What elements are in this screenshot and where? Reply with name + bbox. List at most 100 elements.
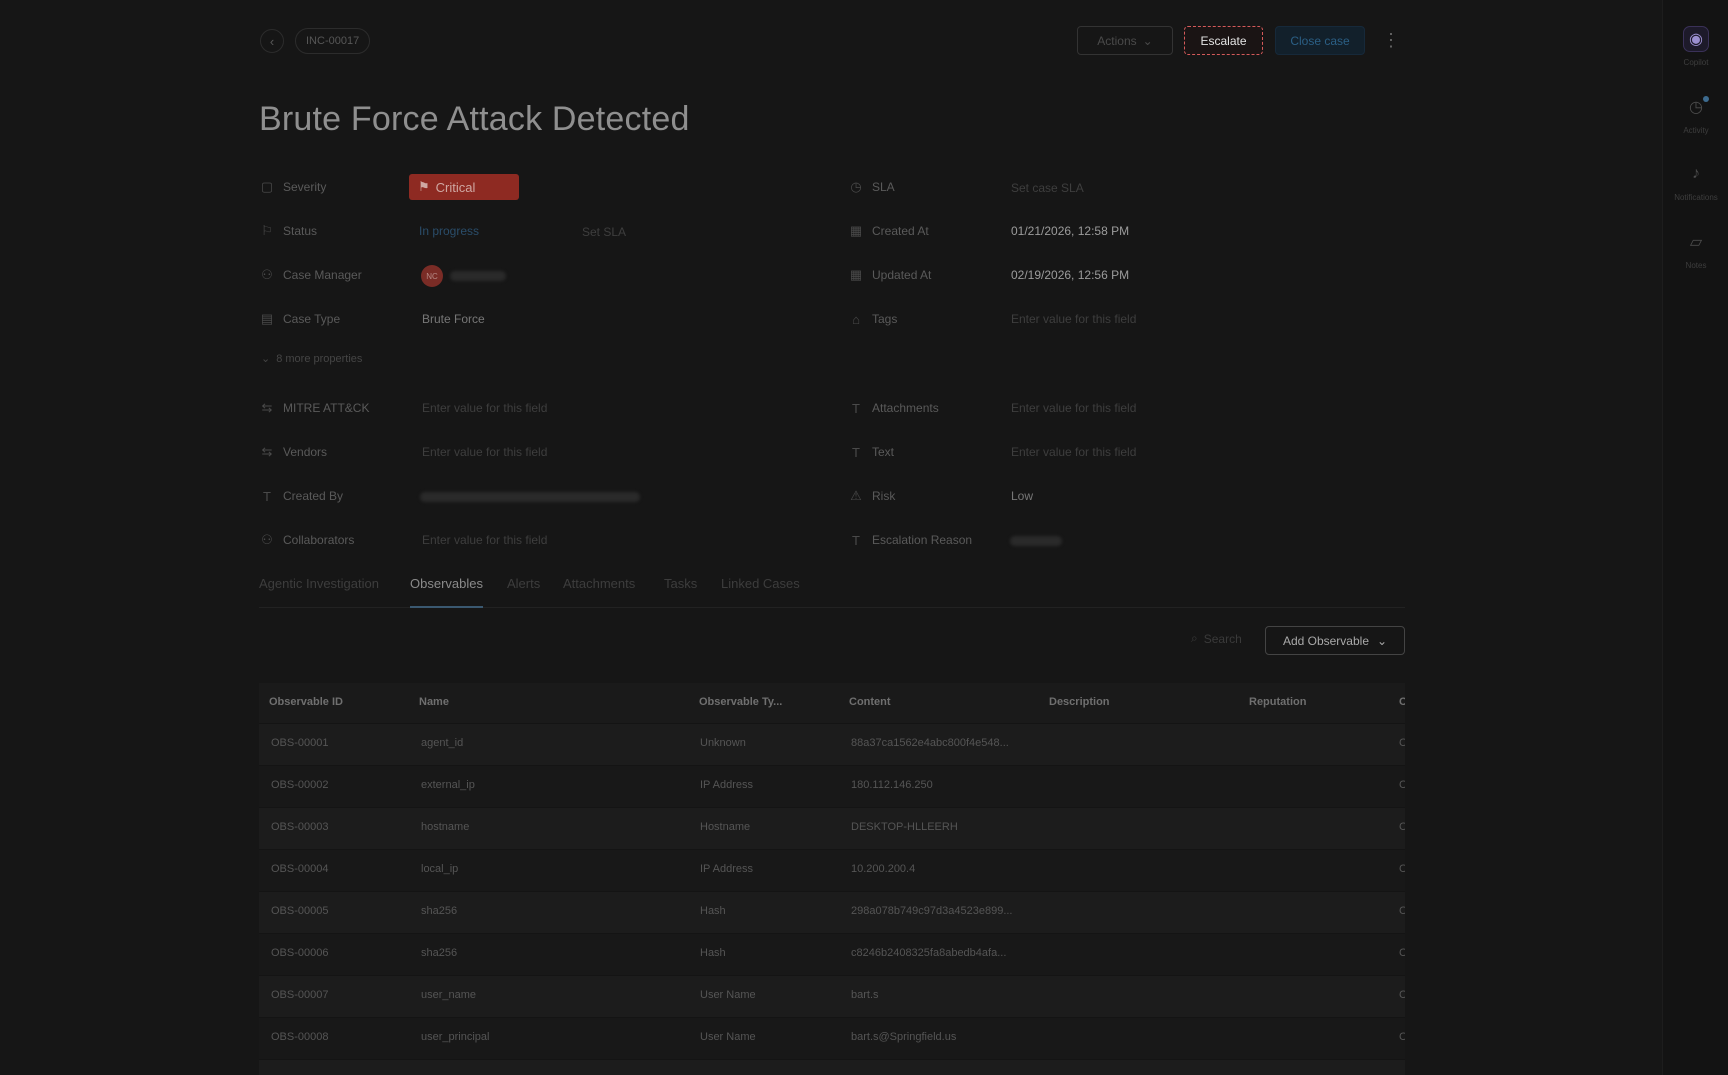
tab-observables[interactable]: Observables [410, 576, 483, 608]
cell-name: sha256 [421, 905, 458, 917]
rail-copilot[interactable]: ◉ Copilot [1663, 26, 1728, 67]
column-header-reputation[interactable]: Reputation [1249, 696, 1306, 708]
cell-content: 180.112.146.250 [851, 779, 933, 791]
back-button[interactable]: ‹ [260, 29, 284, 53]
observables-table: Observable ID Name Observable Ty... Cont… [259, 683, 1405, 1075]
right-rail: ◉ Copilot ◷ Activity ♪ Notifications ▱ N… [1662, 0, 1728, 1075]
case-detail-page: ‹ INC-00017 Actions ⌄ Escalate Close cas… [0, 0, 1662, 1075]
mitre-value[interactable]: Enter value for this field [422, 397, 547, 419]
table-row[interactable]: OBS-00006 sha256 Hash c8246b2408325fa8ab… [259, 933, 1405, 975]
table-row[interactable]: OBS-00002 external_ip IP Address 180.112… [259, 765, 1405, 807]
mitre-label: MITRE ATT&CK [283, 401, 370, 415]
cell-truncated: C [1399, 863, 1405, 875]
rail-notifications-label: Notifications [1674, 193, 1718, 202]
escalate-button[interactable]: Escalate [1184, 26, 1263, 55]
severity-icon: ▢ [260, 179, 274, 194]
more-properties-toggle[interactable]: ⌄ 8 more properties [261, 352, 363, 366]
updated-at-value: 02/19/2026, 12:56 PM [1011, 268, 1130, 282]
cell-content: c8246b2408325fa8abedb4afa... [851, 947, 1007, 959]
cell-observable-id: OBS-00001 [271, 737, 329, 749]
avatar[interactable]: NC [421, 265, 443, 287]
user-icon: ⚇ [261, 532, 273, 547]
table-row[interactable]: OBS-00007 user_name User Name bart.s C [259, 975, 1405, 1017]
tab-linked-cases[interactable]: Linked Cases [721, 576, 800, 608]
actions-button[interactable]: Actions ⌄ [1077, 26, 1173, 55]
more-options-icon[interactable]: ⋮ [1382, 29, 1400, 53]
case-manager-property: ⚇ Case Manager [259, 264, 362, 286]
cell-observable-id: OBS-00003 [271, 821, 329, 833]
column-header-observable-id[interactable]: Observable ID [269, 696, 343, 708]
cell-name: external_ip [421, 779, 475, 791]
severity-value: Critical [435, 179, 476, 195]
rail-notifications[interactable]: ♪ Notifications [1663, 161, 1728, 202]
escalation-reason-redacted [1010, 536, 1062, 546]
cell-truncated: C [1399, 737, 1405, 749]
cell-observable-id: OBS-00006 [271, 947, 329, 959]
column-header-truncated[interactable]: C [1399, 696, 1405, 708]
app-frame: ‹ INC-00017 Actions ⌄ Escalate Close cas… [0, 0, 1728, 1075]
cell-content: 88a37ca1562e4abc800f4e548... [851, 737, 1009, 749]
rail-activity[interactable]: ◷ Activity [1663, 94, 1728, 135]
text-property: T Text [848, 441, 894, 463]
sla-value[interactable]: Set case SLA [1011, 177, 1084, 199]
created-by-property: T Created By [259, 485, 343, 507]
status-property: ⚐ Status [259, 220, 317, 242]
table-header: Observable ID Name Observable Ty... Cont… [259, 683, 1405, 723]
cell-type: User Name [700, 1031, 756, 1043]
clock-icon: ◷ [850, 179, 862, 194]
escalation-reason-property: T Escalation Reason [848, 529, 972, 551]
copilot-icon: ◉ [1683, 26, 1709, 52]
table-row[interactable]: OBS-00005 sha256 Hash 298a078b749c97d3a4… [259, 891, 1405, 933]
tags-value[interactable]: Enter value for this field [1011, 308, 1136, 330]
created-by-label: Created By [283, 489, 344, 503]
table-row[interactable]: OBS-00004 local_ip IP Address 10.200.200… [259, 849, 1405, 891]
cell-content: 298a078b749c97d3a4523e899... [851, 905, 1013, 917]
severity-badge[interactable]: ⚑ Critical [409, 174, 519, 200]
rail-notes[interactable]: ▱ Notes [1663, 229, 1728, 270]
list-icon: ⇆ [261, 400, 273, 415]
risk-value[interactable]: Low [1011, 485, 1033, 507]
table-row[interactable]: OBS-00003 hostname Hostname DESKTOP-HLLE… [259, 807, 1405, 849]
search-input[interactable]: ⌕ Search [1191, 631, 1242, 646]
table-row[interactable]: OBS-00008 user_principal User Name bart.… [259, 1017, 1405, 1059]
add-observable-button[interactable]: Add Observable ⌄ [1265, 626, 1405, 655]
text-icon: T [852, 400, 860, 416]
table-row[interactable]: OBS-00001 agent_id Unknown 88a37ca1562e4… [259, 723, 1405, 765]
column-header-observable-type[interactable]: Observable Ty... [699, 696, 782, 708]
tab-bar: Agentic Investigation Observables Alerts… [259, 572, 1405, 608]
column-header-name[interactable]: Name [419, 696, 449, 708]
cell-truncated: C [1399, 905, 1405, 917]
tab-agentic-investigation[interactable]: Agentic Investigation [259, 576, 379, 608]
activity-indicator-dot [1703, 96, 1709, 102]
tab-tasks[interactable]: Tasks [664, 576, 697, 608]
cell-type: Hash [700, 947, 726, 959]
cell-name: agent_id [421, 737, 464, 749]
cell-truncated: C [1399, 947, 1405, 959]
chevron-left-icon: ‹ [269, 33, 275, 49]
cell-type: IP Address [700, 779, 753, 791]
more-properties-label: 8 more properties [276, 352, 363, 365]
vendors-value[interactable]: Enter value for this field [422, 441, 547, 463]
cell-truncated: C [1399, 1031, 1405, 1043]
status-value[interactable]: In progress [419, 220, 479, 242]
table-row-partial[interactable] [259, 1059, 1405, 1075]
text-icon: T [263, 488, 271, 504]
cell-observable-id: OBS-00007 [271, 989, 329, 1001]
set-sla-link[interactable]: Set SLA [582, 221, 626, 243]
close-case-button[interactable]: Close case [1275, 26, 1365, 55]
text-value[interactable]: Enter value for this field [1011, 441, 1136, 463]
created-at-label: Created At [872, 224, 929, 238]
column-header-description[interactable]: Description [1049, 696, 1110, 708]
cell-observable-id: OBS-00002 [271, 779, 329, 791]
document-icon: ▤ [260, 311, 274, 326]
collaborators-value[interactable]: Enter value for this field [422, 529, 547, 551]
collaborators-property: ⚇ Collaborators [259, 529, 354, 551]
column-header-content[interactable]: Content [849, 696, 891, 708]
cell-name: user_principal [421, 1031, 490, 1043]
case-type-value[interactable]: Brute Force [422, 308, 485, 330]
warning-icon: ⚠ [850, 488, 862, 503]
tab-alerts[interactable]: Alerts [507, 576, 540, 608]
cell-name: user_name [421, 989, 477, 1001]
attachments-value[interactable]: Enter value for this field [1011, 397, 1136, 419]
tab-attachments[interactable]: Attachments [563, 576, 635, 608]
